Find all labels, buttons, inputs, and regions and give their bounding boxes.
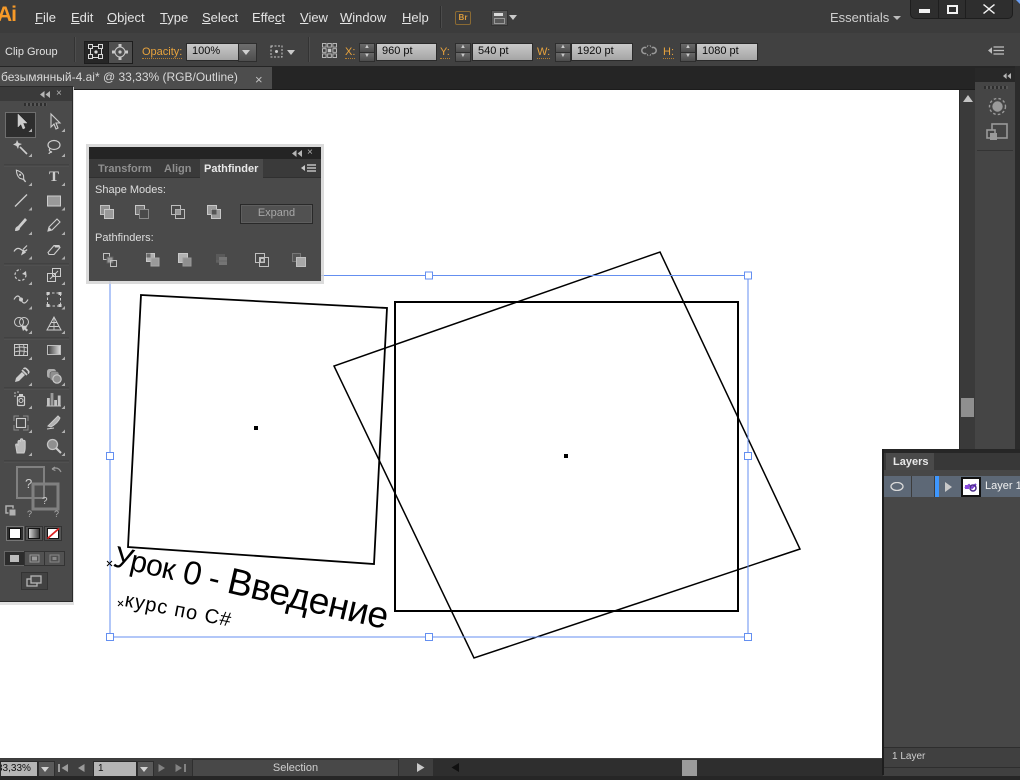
svg-text:?: ? — [54, 509, 59, 519]
svg-text:?: ? — [42, 496, 48, 507]
svg-text:?: ? — [25, 476, 32, 491]
svg-text:Урок 0 - Введение: Урок 0 - Введение — [110, 534, 392, 637]
svg-text:T: T — [49, 169, 59, 185]
svg-text:?: ? — [27, 509, 32, 519]
